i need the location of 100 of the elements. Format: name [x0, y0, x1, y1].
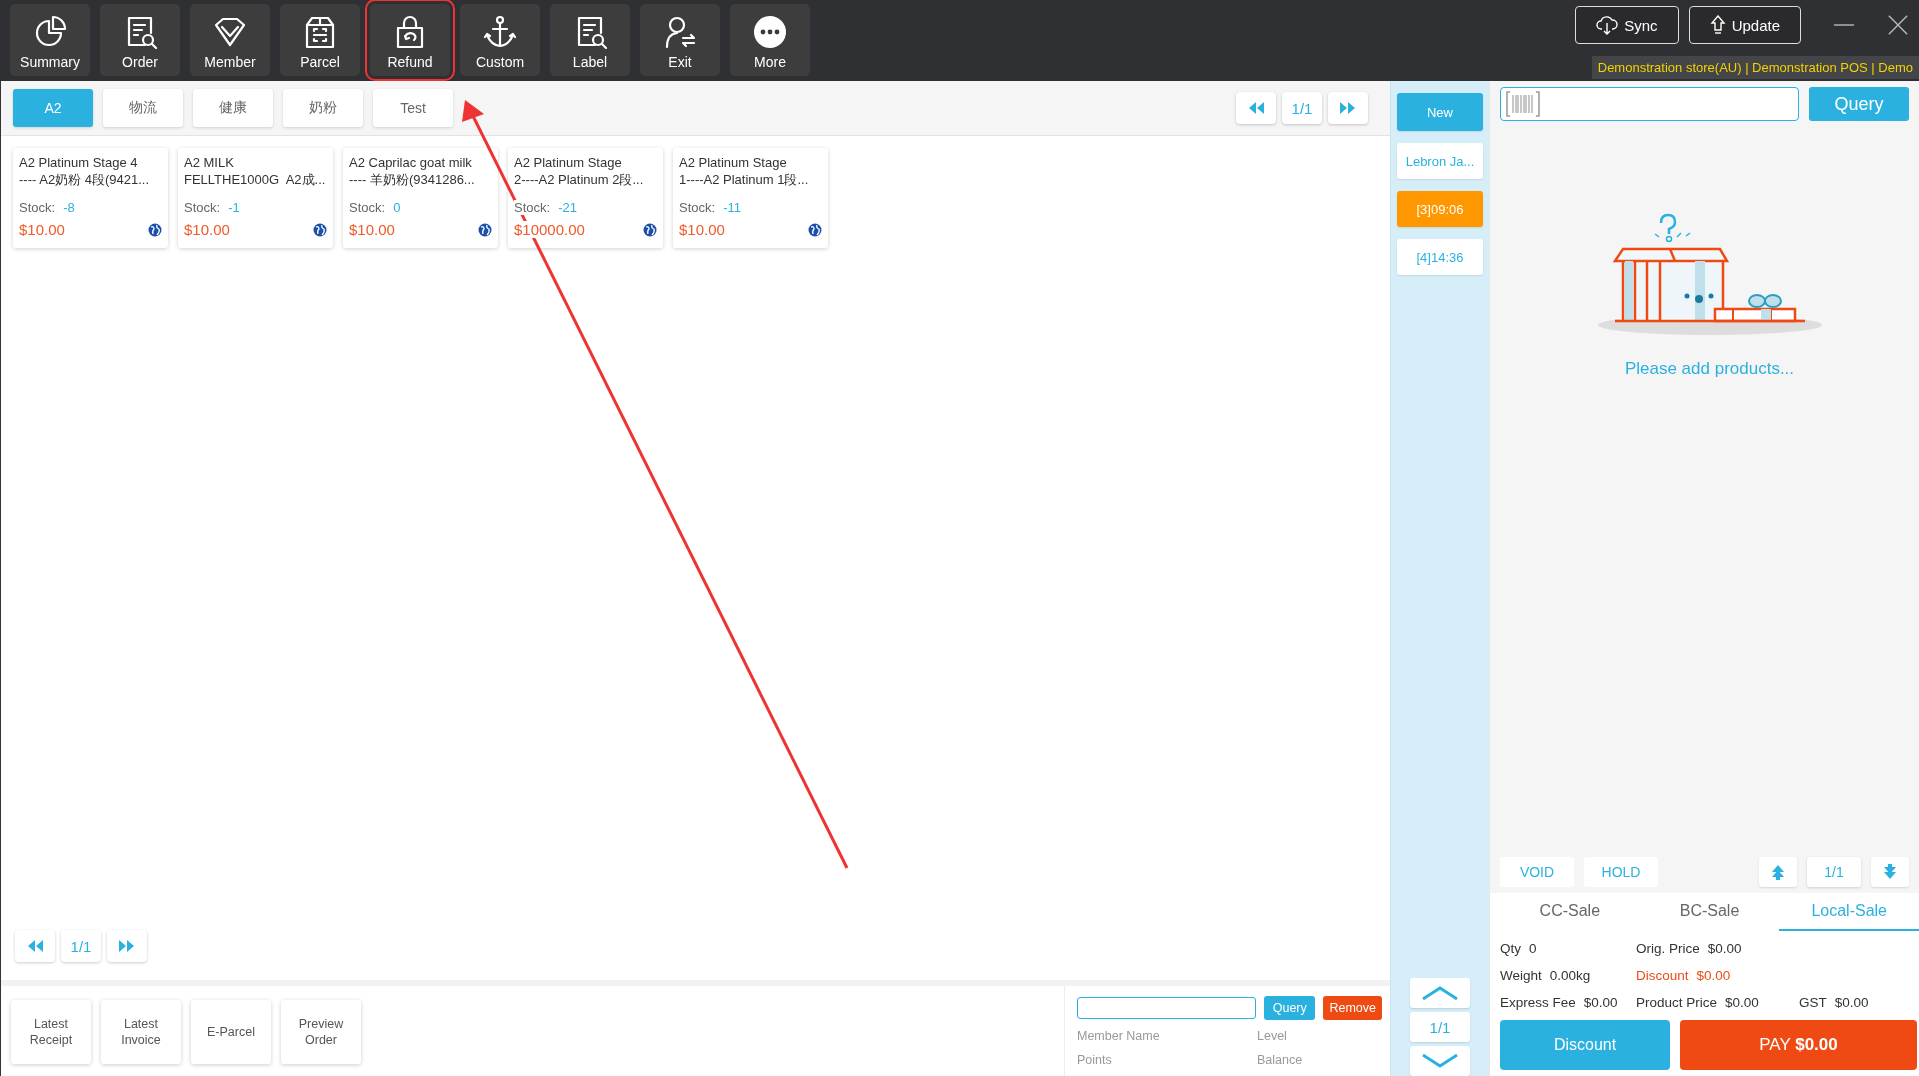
store-info: Demonstration store(AU) | Demonstration POS | Demo — [1591, 56, 1919, 79]
next-page-button[interactable] — [107, 930, 147, 962]
scroll-up-button[interactable] — [1410, 978, 1470, 1008]
scroll-top-button[interactable] — [1759, 857, 1797, 887]
product-price: $10000.00 — [514, 221, 585, 238]
summary-label: Orig. Price — [1636, 941, 1700, 958]
category-tab[interactable]: 健康 — [193, 89, 273, 127]
stock-value: -11 — [723, 200, 741, 215]
double-right-arrow-icon — [118, 938, 136, 954]
toolbar-button[interactable]: Custom — [460, 4, 540, 76]
product-price: $10.00 — [19, 221, 65, 238]
summary-label: GST — [1799, 995, 1827, 1012]
remove-button[interactable]: Remove — [1323, 996, 1382, 1020]
action-button[interactable]: Preview Order — [281, 1000, 361, 1064]
product-name: A2 Caprilac goat milk ---- 羊奶粉(9341286... — [349, 154, 476, 189]
close-icon[interactable] — [1887, 14, 1909, 36]
summary-label: Discount — [1636, 968, 1689, 985]
summary-label: Qty — [1500, 941, 1521, 958]
product-name: A2 Platinum Stage 1----A2 Platinum 1段... — [679, 154, 810, 189]
chevron-up-icon — [1420, 985, 1460, 1001]
product-card[interactable]: A2 Platinum Stage 1----A2 Platinum 1段... Stock: -11 $10.00 — [673, 148, 828, 248]
toolbar-button[interactable]: Parcel — [280, 4, 360, 76]
stock-label: Stock: — [19, 200, 56, 215]
action-button[interactable]: Latest Invoice — [101, 1000, 181, 1064]
upload-arrow-icon — [1709, 15, 1726, 35]
chevron-down-icon — [1420, 1053, 1460, 1069]
summary-value: $0.00 — [1707, 941, 1742, 958]
barcode-field[interactable] — [1500, 87, 1799, 121]
summary-value: $0.00 — [1583, 995, 1618, 1012]
cloud-download-icon — [1596, 15, 1619, 35]
stock-value: -8 — [63, 200, 75, 215]
toolbar-button[interactable]: Summary — [10, 4, 90, 76]
product-card[interactable]: A2 Caprilac goat milk ---- 羊奶粉(9341286... Stock: 0 $10.00 — [343, 148, 498, 248]
page-indicator: 1/1 — [1282, 92, 1322, 124]
product-price: $10.00 — [679, 221, 725, 238]
previous-page-button[interactable] — [1236, 92, 1276, 124]
toolbar-button[interactable]: More — [730, 4, 810, 76]
summary-value: 0.00kg — [1549, 968, 1591, 985]
double-left-arrow-icon — [1247, 100, 1265, 116]
page-indicator: 1/1 — [61, 930, 101, 962]
double-left-arrow-icon — [26, 938, 44, 954]
product-name: A2 Platinum Stage 4 ---- A2奶粉 4段(9421... — [19, 154, 151, 189]
product-card[interactable]: A2 Platinum Stage 4 ---- A2奶粉 4段(9421... Stock: -8 $10.00 — [13, 148, 168, 248]
diamond-icon — [213, 15, 247, 49]
globe-icon — [148, 222, 162, 237]
action-button[interactable]: E-Parcel — [191, 1000, 271, 1064]
globe-icon — [313, 222, 327, 237]
more-icon — [753, 15, 787, 49]
field-label: Level — [1257, 1029, 1288, 1043]
double-down-arrow-icon — [1883, 864, 1897, 880]
toolbar-button[interactable]: Exit — [640, 4, 720, 76]
field-label: Points — [1077, 1053, 1113, 1067]
toolbar-button[interactable]: Order — [100, 4, 180, 76]
category-tab[interactable]: 奶粉 — [283, 89, 363, 127]
summary-value: $0.00 — [1834, 995, 1869, 1012]
product-price: $10.00 — [184, 221, 230, 238]
summary-value: $0.00 — [1725, 995, 1759, 1012]
action-button[interactable]: Latest Receipt — [11, 1000, 91, 1064]
globe-icon — [643, 222, 657, 237]
page-indicator: 1/1 — [1410, 1012, 1470, 1042]
summary-value: 0 — [1529, 941, 1537, 958]
summary-label: Weight — [1500, 968, 1542, 985]
stock-value: -1 — [228, 200, 240, 215]
globe-icon — [808, 222, 822, 237]
summary-label: Express Fee — [1500, 995, 1576, 1012]
stock-value: 0 — [393, 200, 401, 215]
toolbar-button[interactable]: Member — [190, 4, 270, 76]
product-price: $10.00 — [349, 221, 395, 238]
stock-label: Stock: — [514, 200, 551, 215]
barcode-icon — [1506, 91, 1540, 117]
next-page-button[interactable] — [1328, 92, 1368, 124]
user-switch-icon — [663, 15, 697, 49]
previous-page-button[interactable] — [15, 930, 55, 962]
summary-label: Product Price — [1636, 995, 1718, 1012]
page-indicator: 1/1 — [1807, 857, 1861, 887]
category-tab[interactable]: Test — [373, 89, 453, 127]
globe-icon — [478, 222, 492, 237]
stock-value: -21 — [558, 200, 577, 215]
scroll-bottom-button[interactable] — [1871, 857, 1909, 887]
stock-label: Stock: — [349, 200, 386, 215]
summary-value: $0.00 — [1696, 968, 1731, 985]
scroll-down-button[interactable] — [1410, 1046, 1470, 1076]
sync-button[interactable]: Sync — [1575, 6, 1679, 44]
stock-label: Stock: — [679, 200, 716, 215]
product-card[interactable]: A2 Platinum Stage 2----A2 Platinum 2段... Stock: -21 $10000.00 — [508, 148, 663, 248]
category-tab[interactable]: 物流 — [103, 89, 183, 127]
product-name: A2 MILK FELLTHE1000G A2成... — [184, 154, 327, 189]
product-card[interactable]: A2 MILK FELLTHE1000G A2成... Stock: -1 $10.00 — [178, 148, 333, 248]
box-icon — [303, 15, 337, 49]
double-up-arrow-icon — [1771, 864, 1785, 880]
field-label: Balance — [1257, 1053, 1304, 1067]
pay-button[interactable]: PAY $0.00 — [1680, 1020, 1917, 1070]
toolbar-button[interactable]: Label — [550, 4, 630, 76]
field-label: Member Name — [1077, 1029, 1161, 1043]
empty-cart-message: Please add products... — [1624, 359, 1795, 379]
pie-chart-icon — [33, 15, 67, 49]
product-name: A2 Platinum Stage 2----A2 Platinum 2段... — [514, 154, 645, 189]
update-button[interactable]: Update — [1688, 6, 1801, 44]
anchor-icon — [483, 15, 517, 49]
member-search-field[interactable] — [1077, 997, 1256, 1019]
